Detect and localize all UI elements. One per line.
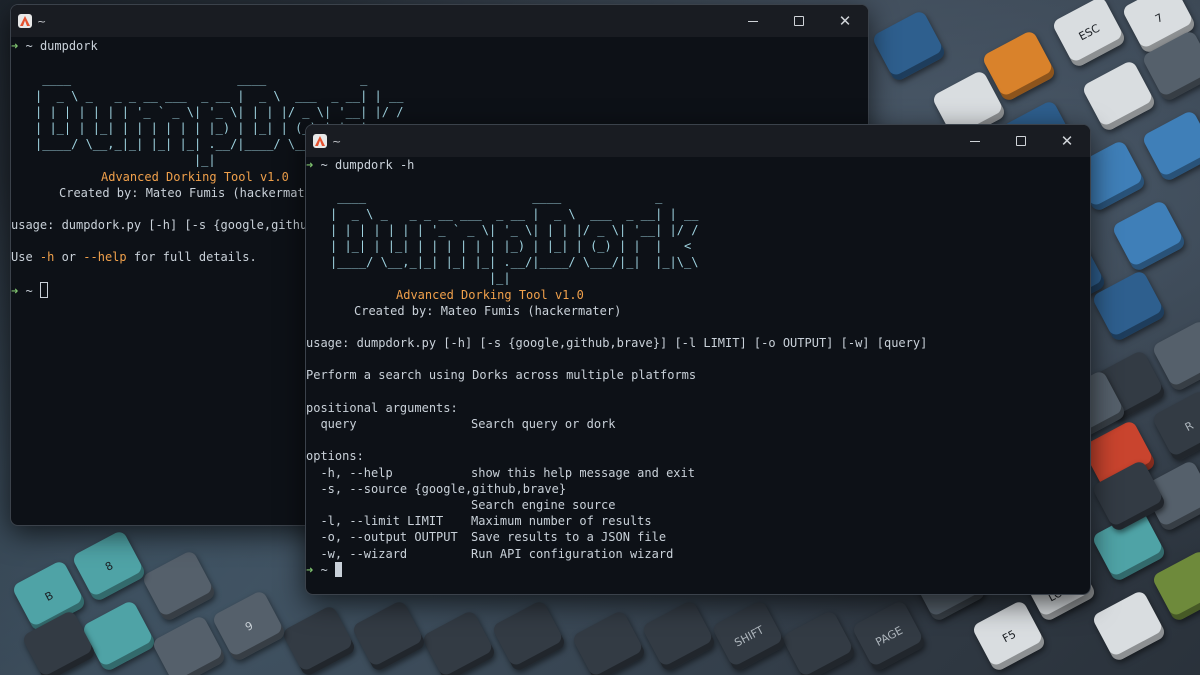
art-line: | _ \ _ _ _ __ ___ _ __ | _ \ ___ _ __| …: [35, 88, 404, 103]
keycap: [1141, 109, 1200, 183]
option-row: -l, --limit LIMIT Maximum number of resul…: [306, 514, 652, 529]
prompt-arrow: ➜: [306, 158, 314, 172]
art-line: |_|: [330, 271, 511, 286]
keycap: [281, 604, 357, 675]
prompt-path: ~: [320, 562, 328, 577]
minimize-icon: [970, 140, 980, 142]
terminal-output[interactable]: ➜ ~ dumpdork -h ____ ____ _ | _ \ _ _ _ …: [306, 157, 1090, 578]
keycap: [141, 549, 217, 623]
prompt-path: ~: [25, 39, 33, 53]
positional-header: positional arguments:: [306, 400, 458, 415]
art-line: | | | | | | | '_ ` _ \| '_ \| | | |/ _ \…: [35, 104, 404, 119]
keycap: [781, 609, 857, 675]
keycap: [421, 609, 497, 675]
maximize-icon: [1016, 136, 1026, 146]
option-row: -o, --output OUTPUT Save results to a JSO…: [306, 530, 667, 545]
option-row: -w, --wizard Run API configuration wizard: [306, 546, 674, 561]
usage-line: usage: dumpdork.py [-h] [-s {google,gith…: [306, 336, 928, 351]
keycap: R: [1151, 389, 1200, 463]
keycap: 8: [71, 529, 147, 603]
options-header: options:: [306, 449, 364, 464]
keycap: [641, 599, 717, 673]
keycap: [1081, 59, 1157, 133]
keycap: [1151, 549, 1200, 623]
prompt-path: ~: [25, 283, 33, 298]
window-title: ~: [332, 134, 342, 148]
prompt-arrow: ➜: [11, 283, 19, 298]
maximize-icon: [794, 16, 804, 26]
art-line: | | | | | | | '_ ` _ \| '_ \| | | |/ _ \…: [330, 222, 699, 237]
art-line: ____ ____ _: [330, 190, 663, 205]
text-cursor: [334, 561, 342, 577]
text-cursor: [39, 281, 48, 298]
prompt-line: ➜ ~: [306, 561, 1090, 578]
prompt-line: ➜ ~ dumpdork: [11, 38, 868, 54]
option-row: -s, --source {google,github,brave}: [306, 481, 567, 496]
terminal-app-icon: [313, 134, 327, 148]
close-button[interactable]: ✕: [822, 5, 868, 37]
prompt-path: ~: [320, 158, 328, 172]
title-bar[interactable]: ~ ✕: [11, 5, 868, 37]
created-by: Created by: Mateo Fumis (hackermater): [354, 303, 622, 318]
art-line: | |_| | |_| | | | | | | |_) | |_| | (_) …: [330, 238, 692, 253]
art-line: ____ ____ _: [35, 72, 368, 87]
keycap: [1111, 199, 1187, 273]
prompt-line: ➜ ~ dumpdork -h: [306, 157, 1090, 173]
tool-name: Advanced Dorking Tool v1.0: [396, 287, 584, 302]
title-bar[interactable]: ~ ✕: [306, 125, 1090, 157]
ascii-art-logo: ____ ____ _ | _ \ _ _ _ __ ___ _ __ | _ …: [306, 189, 1090, 286]
option-row: Search engine source: [471, 497, 616, 512]
minimize-button[interactable]: [730, 5, 776, 37]
command-text: dumpdork: [39, 39, 98, 53]
close-icon: ✕: [838, 11, 852, 30]
keycap: [871, 9, 947, 83]
keycap: [571, 609, 647, 675]
keycap: [491, 599, 567, 673]
minimize-button[interactable]: [952, 125, 998, 157]
keycap: [351, 599, 427, 673]
close-button[interactable]: ✕: [1044, 125, 1090, 157]
arg-row: query Search query or dork: [306, 417, 616, 431]
prompt-arrow: ➜: [11, 39, 19, 53]
art-line: | _ \ _ _ _ __ ___ _ __ | _ \ ___ _ __| …: [330, 206, 699, 221]
window-title: ~: [37, 14, 47, 28]
close-icon: ✕: [1060, 131, 1074, 150]
minimize-icon: [748, 20, 758, 22]
maximize-button[interactable]: [998, 125, 1044, 157]
art-line: |____/ \__,_|_| |_| |_| .__/|____/ \___/…: [330, 255, 699, 270]
terminal-window-front[interactable]: ~ ✕ ➜ ~ dumpdork -h ____ ____ _ | _ \ _ …: [305, 124, 1091, 595]
keycap: F5: [971, 599, 1047, 673]
prompt-arrow: ➜: [306, 562, 314, 577]
keycap: [81, 599, 157, 673]
terminal-app-icon: [18, 14, 32, 28]
keycap: [1091, 589, 1167, 663]
command-text: dumpdork -h: [334, 158, 415, 172]
maximize-button[interactable]: [776, 5, 822, 37]
keycap: ESC: [1051, 0, 1127, 69]
description-line: Perform a search using Dorks across mult…: [306, 368, 697, 383]
option-row: -h, --help show this help message and exi…: [306, 465, 695, 480]
keycap: PAGE: [851, 599, 927, 673]
keycap: SHIFT: [711, 599, 787, 673]
